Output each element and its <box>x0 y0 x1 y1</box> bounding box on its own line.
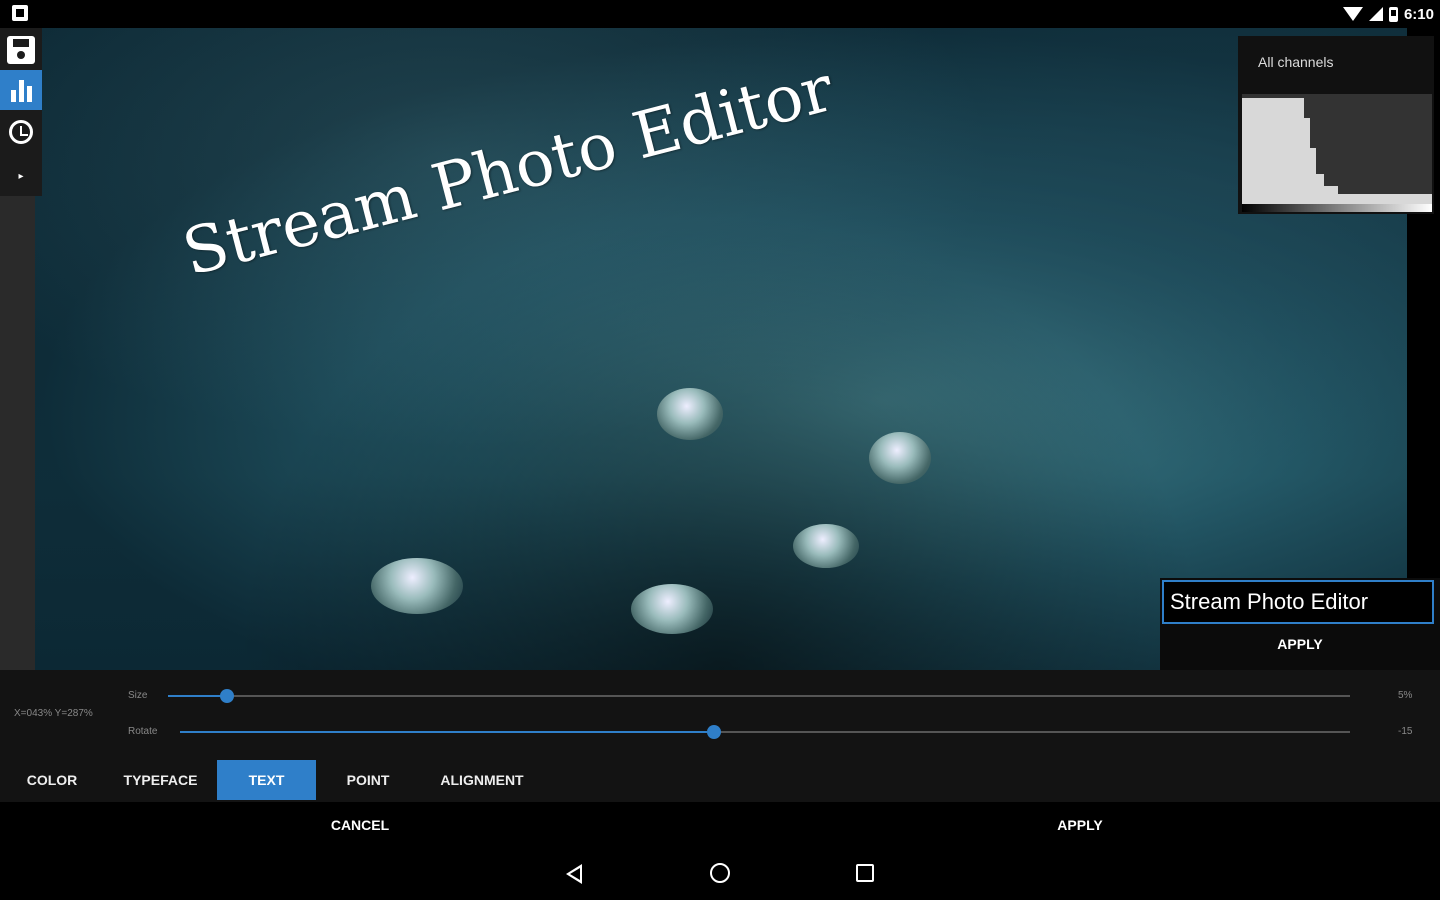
water-drop <box>657 388 723 440</box>
histogram-bar <box>1316 174 1324 204</box>
position-coordinates: X=043% Y=287% <box>14 708 93 719</box>
size-slider-value: 5% <box>1398 690 1413 701</box>
size-slider-label: Size <box>128 690 148 701</box>
status-time: 6:10 <box>1403 5 1434 23</box>
histogram-plot <box>1242 94 1432 204</box>
size-slider-fill <box>168 695 228 697</box>
navigation-bar <box>0 848 1440 900</box>
water-drop <box>631 584 713 634</box>
apply-button[interactable]: APPLY <box>720 802 1440 848</box>
overlay-text[interactable]: Stream Photo Editor <box>176 52 841 291</box>
rotate-slider-value: -15 <box>1398 726 1413 737</box>
tab-color[interactable]: COLOR <box>0 760 104 800</box>
histogram-bar <box>1324 186 1338 204</box>
notification-icon <box>12 5 28 21</box>
histogram-icon <box>10 78 32 102</box>
nav-recents-icon[interactable] <box>856 864 874 882</box>
cell-signal-icon <box>1368 7 1383 21</box>
histogram-bar <box>1242 98 1304 204</box>
controls-panel: X=043% Y=287% Size 5% Rotate -15 COLOR T… <box>0 670 1440 802</box>
histogram-panel: All channels <box>1238 36 1434 214</box>
status-bar: 6:10 <box>0 0 1440 28</box>
nav-home-icon[interactable] <box>710 863 730 883</box>
history-icon <box>9 120 33 144</box>
save-icon <box>7 36 35 64</box>
nav-back-icon[interactable] <box>566 864 582 884</box>
left-toolbar: ▸ <box>0 28 42 196</box>
histogram-toggle-button[interactable] <box>0 70 42 110</box>
water-drop <box>869 432 931 484</box>
rotate-slider-label: Rotate <box>128 726 158 737</box>
tab-text[interactable]: TEXT <box>217 760 316 800</box>
text-apply-button[interactable]: APPLY <box>1160 636 1440 652</box>
histogram-bar <box>1338 194 1432 204</box>
histogram-gradient <box>1242 204 1432 212</box>
rotate-slider-thumb[interactable] <box>706 725 721 739</box>
photo-canvas[interactable]: Stream Photo Editor <box>35 28 1407 670</box>
tab-point[interactable]: POINT <box>316 760 420 800</box>
rotate-slider-fill <box>180 731 714 733</box>
water-drop <box>371 558 463 614</box>
water-drop <box>793 524 859 568</box>
wifi-icon <box>1342 7 1363 21</box>
text-tool-tabs: COLOR TYPEFACE TEXT POINT ALIGNMENT <box>0 760 544 800</box>
size-slider-thumb[interactable] <box>220 689 235 703</box>
tab-alignment[interactable]: ALIGNMENT <box>420 760 544 800</box>
overlay-text-input[interactable] <box>1162 580 1434 624</box>
tab-typeface[interactable]: TYPEFACE <box>104 760 217 800</box>
cancel-button[interactable]: CANCEL <box>0 802 720 848</box>
save-button[interactable] <box>0 30 42 70</box>
action-bar: CANCEL APPLY <box>0 802 1440 848</box>
size-slider[interactable] <box>168 689 1350 703</box>
history-button[interactable] <box>0 112 42 152</box>
expand-arrow-icon: ▸ <box>18 170 24 182</box>
histogram-label: All channels <box>1258 54 1334 70</box>
text-edit-panel: APPLY <box>1160 578 1440 670</box>
battery-icon <box>1388 6 1398 22</box>
expand-toolbar-button[interactable]: ▸ <box>0 156 42 196</box>
rotate-slider[interactable] <box>180 725 1350 739</box>
status-indicators: 6:10 <box>1342 4 1434 24</box>
